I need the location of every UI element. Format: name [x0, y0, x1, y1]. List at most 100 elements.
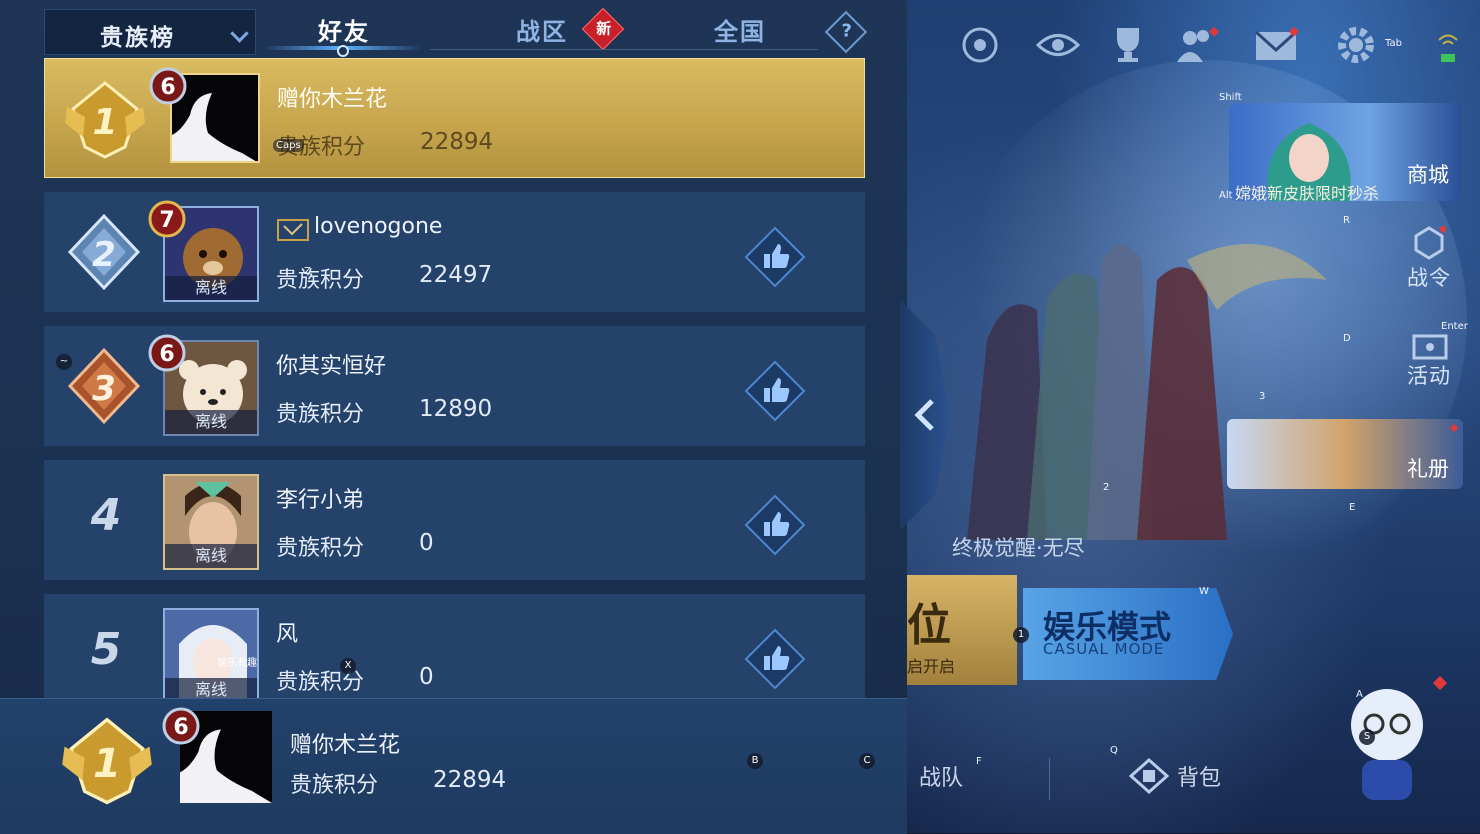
friends-icon[interactable]	[1173, 22, 1219, 68]
casual-en-label: CASUAL MODE	[1043, 640, 1165, 658]
keyhint-caps: Caps	[273, 139, 304, 152]
score-value: 12890	[419, 396, 493, 422]
new-badge: 新	[581, 7, 625, 51]
offline-status: 离线	[165, 410, 257, 434]
eye-icon[interactable]	[1035, 22, 1081, 68]
tab-divider	[430, 49, 818, 50]
events-icon[interactable]	[1412, 330, 1448, 360]
keyhint-e: E	[1349, 502, 1356, 513]
vip-badge-icon: 7	[148, 200, 186, 238]
player-name: 赠你木兰花	[277, 87, 388, 112]
score-value: 0	[419, 530, 434, 556]
gold-medal-icon: 1	[65, 81, 145, 159]
leaderboard-panel: 贵族榜 好友 战区 新 全国 ? 1 6 赠你木兰花 贵族积分 22894 Ca…	[0, 0, 907, 834]
keyhint-b: B	[747, 753, 763, 769]
team-button[interactable]: 战队	[919, 760, 963, 792]
keyhint-c: C	[859, 753, 875, 769]
score-label: 贵族积分	[276, 536, 365, 561]
leaderboard-row[interactable]: 1 6 赠你木兰花 贵族积分 22894 Caps	[44, 58, 865, 178]
my-rank-row[interactable]: 1 6 赠你木兰花 贵族积分 22894 B C	[0, 698, 907, 834]
tab-zone[interactable]: 战区	[516, 12, 568, 47]
chevron-left-icon	[914, 399, 934, 431]
svg-text:3: 3	[92, 369, 116, 409]
svg-text:6: 6	[160, 75, 175, 100]
svg-text:1: 1	[92, 102, 117, 143]
vip-badge-icon: 6	[148, 334, 186, 372]
leaderboard-type-dropdown[interactable]: 贵族榜	[44, 9, 256, 55]
keyhint-x: X	[340, 658, 356, 674]
ranked-mode-button[interactable]: 位 启开启	[907, 575, 1017, 685]
player-name: lovenogone	[314, 214, 443, 239]
leaderboard-row[interactable]: 5 娱乐有趣 离线 风 贵族积分 0 X	[44, 594, 865, 714]
svg-text:1: 1	[93, 741, 121, 787]
keyhint-f: F	[976, 756, 982, 767]
wifi-battery-icon	[1438, 34, 1458, 62]
leaderboard-row[interactable]: 2 离线 7 lovenogone 贵族积分 22497 Z	[44, 192, 865, 312]
battle-pass-icon[interactable]	[1412, 226, 1446, 260]
keyhint-1: 1	[1013, 627, 1029, 643]
score-label: 贵族积分	[290, 773, 379, 798]
bag-icon[interactable]	[1129, 758, 1169, 794]
tab-national[interactable]: 全国	[714, 12, 766, 47]
game-lobby: Tab 商城 Shift Alt 嫦娥新皮肤限时秒杀 R 战令 D Enter …	[907, 0, 1480, 833]
mascot-icon[interactable]	[1332, 680, 1442, 810]
battle-pass-label[interactable]: 战令	[1407, 262, 1451, 292]
keyhint-alt: Alt	[1219, 190, 1233, 201]
casual-mode-button[interactable]: 娱乐模式 CASUAL MODE	[1023, 588, 1233, 680]
target-icon[interactable]	[957, 22, 1003, 68]
avatar[interactable]: 娱乐有趣 离线	[163, 608, 259, 704]
score-value: 22894	[420, 129, 494, 155]
thumbs-up-icon[interactable]	[744, 226, 806, 288]
gold-medal-icon: 1	[62, 717, 152, 805]
thumbs-up-icon[interactable]	[744, 494, 806, 556]
keyhint-shift: Shift	[1219, 92, 1242, 103]
leaderboard-row[interactable]: 3 ~ 离线 6 你其实恒好 贵族积分 12890	[44, 326, 865, 446]
question-icon: ?	[841, 20, 852, 42]
shop-label: 商城	[1407, 163, 1449, 187]
gear-icon[interactable]	[1333, 22, 1379, 68]
score-label: 贵族积分	[276, 402, 365, 427]
player-name: 赠你木兰花	[290, 733, 401, 758]
score-value: 0	[419, 664, 434, 690]
avatar-caption: 娱乐有趣	[217, 658, 257, 669]
player-name: 李行小弟	[276, 488, 365, 513]
awaken-banner-text[interactable]: 终极觉醒·无尽	[952, 532, 1085, 562]
help-button[interactable]: ?	[824, 10, 868, 54]
keyhint-s: S	[1359, 729, 1375, 745]
keyhint-d: D	[1343, 333, 1351, 344]
keyhint-3: 3	[1259, 391, 1266, 402]
heroes-artwork	[967, 244, 1327, 540]
rank-number: 5	[90, 624, 122, 675]
silver-medal-icon: 2	[67, 213, 141, 291]
leaderboard-row[interactable]: 4 离线 李行小弟 贵族积分 0	[44, 460, 865, 580]
keyhint-w: W	[1199, 586, 1209, 597]
offline-status: 离线	[165, 544, 257, 568]
keyhint-r: R	[1343, 215, 1350, 226]
avatar[interactable]: 离线	[163, 474, 259, 570]
events-label[interactable]: 活动	[1407, 360, 1451, 390]
keyhint-tab: Tab	[1385, 38, 1402, 49]
score-value: 22497	[419, 262, 493, 288]
rank-number: 4	[90, 490, 122, 541]
thumbs-up-icon[interactable]	[744, 360, 806, 422]
keyhint-z: Z	[304, 266, 311, 277]
player-name: 风	[276, 622, 299, 647]
couple-icon	[277, 219, 309, 241]
shop-banner-text: 嫦娥新皮肤限时秒杀	[1235, 184, 1380, 203]
gift-banner[interactable]: 礼册	[1227, 419, 1463, 489]
notification-dot	[1449, 423, 1459, 433]
keyhint-2: 2	[1103, 482, 1110, 493]
svg-text:7: 7	[159, 208, 174, 233]
score-value: 22894	[433, 767, 507, 793]
gift-label: 礼册	[1407, 457, 1449, 481]
keyhint-q: Q	[1110, 745, 1118, 756]
dropdown-label: 贵族榜	[100, 25, 175, 51]
thumbs-up-icon[interactable]	[744, 628, 806, 690]
tab-friends[interactable]: 好友	[318, 12, 370, 47]
ranked-sub-label: 启开启	[907, 657, 956, 676]
mail-icon[interactable]	[1253, 22, 1299, 68]
keyhint-tilde: ~	[56, 354, 72, 370]
player-name: 你其实恒好	[276, 354, 387, 379]
bag-button[interactable]: 背包	[1177, 760, 1221, 792]
trophy-icon[interactable]	[1105, 22, 1151, 68]
